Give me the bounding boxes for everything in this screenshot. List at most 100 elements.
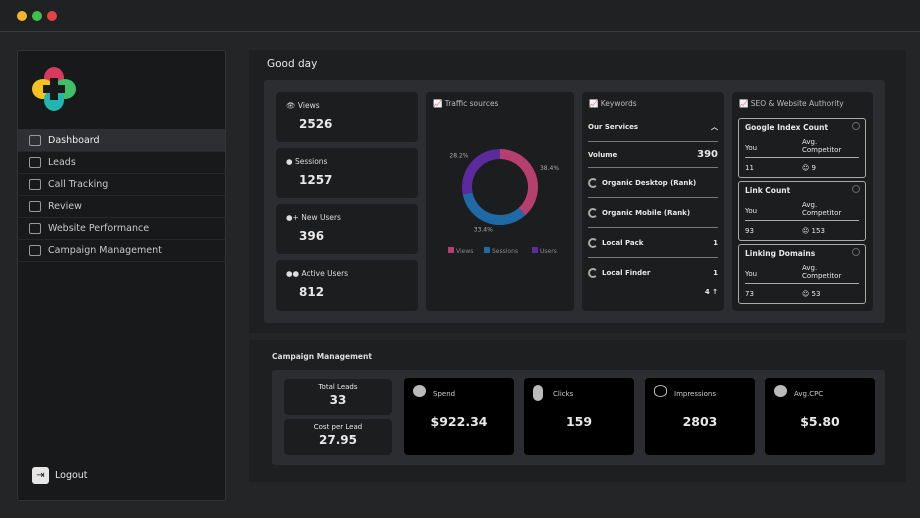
- stat-value: 1257: [299, 173, 333, 187]
- chevron-up-icon: ︿: [711, 122, 718, 131]
- legend-label[interactable]: Sessions: [492, 248, 518, 255]
- window-close-button[interactable]: [47, 11, 57, 21]
- keywords-pagination[interactable]: 4 ↑: [705, 288, 718, 296]
- sidebar-item-campaign-management[interactable]: Campaign Management: [18, 240, 225, 262]
- competitor-number: 53: [811, 290, 821, 298]
- traffic-sources-card: 📈 Traffic sources 38.4% 33.4% 28.2% Views Se…: [426, 92, 574, 311]
- keywords-card: 📈 Keywords Our Services ︿ Volume 390 Organ…: [582, 92, 724, 311]
- star-icon: [29, 201, 41, 212]
- stat-card-active-users: ●● Active Users 812: [276, 260, 418, 311]
- logout-icon: ⇥: [32, 467, 49, 484]
- legend-label[interactable]: Users: [540, 248, 557, 255]
- metric-card-clicks: Clicks 159: [524, 378, 634, 455]
- you-value: 93: [745, 227, 754, 235]
- google-icon: [588, 177, 598, 188]
- sidebar-item-leads[interactable]: Leads: [18, 152, 225, 174]
- window-minimize-button[interactable]: [17, 11, 27, 21]
- competitor-text: Competitor: [802, 209, 842, 217]
- money-icon: [413, 385, 426, 397]
- seo-metric-title: Link Count: [745, 186, 791, 195]
- stat-card-new-users: ●+ New Users 396: [276, 204, 418, 254]
- legend-swatch: [448, 247, 454, 253]
- metric-label: Clicks: [553, 390, 574, 398]
- info-icon[interactable]: [852, 185, 860, 193]
- you-value: 11: [745, 164, 754, 172]
- overview-section: Good day 👁 Views 2526 ● Sessions 1257 ●+ N…: [249, 50, 906, 333]
- donut-slice-sessions[interactable]: [462, 192, 526, 225]
- sidebar-item-dashboard[interactable]: Dashboard: [18, 129, 225, 152]
- leads-icon: [29, 157, 41, 168]
- card-title: Keywords: [600, 99, 637, 108]
- stat-label: Active Users: [301, 269, 349, 278]
- keyword-row: Local Pack 1: [588, 228, 718, 258]
- competitor-label: Avg. Competitor: [802, 264, 841, 280]
- total-leads-card: Total Leads 33: [284, 379, 392, 415]
- smile-icon: ☺: [802, 164, 810, 172]
- avg-label: Avg.: [802, 264, 818, 272]
- competitor-number: 153: [811, 227, 825, 235]
- stat-value: 2526: [299, 117, 333, 131]
- card-title: Traffic sources: [444, 99, 499, 108]
- stat-label: Views: [297, 101, 320, 110]
- volume-label: Volume: [588, 150, 618, 159]
- data-label: 38.4%: [540, 165, 559, 172]
- volume-value: 390: [697, 149, 718, 160]
- donut-slice-views[interactable]: [499, 149, 538, 216]
- seo-metric-linking-domains: Linking Domains You Avg. Competitor 73 ☺ 53: [738, 244, 866, 304]
- competitor-value: ☺ 53: [802, 290, 820, 298]
- keyword-label: Organic Mobile (Rank): [602, 208, 691, 217]
- sidebar-item-label: Dashboard: [48, 134, 100, 146]
- smile-icon: ☺: [802, 290, 810, 298]
- chart-line-icon: 📈 Keywords: [589, 99, 637, 108]
- info-icon[interactable]: [852, 248, 860, 256]
- frown-icon: ☹: [802, 227, 810, 235]
- metric-label: Impressions: [674, 390, 716, 398]
- sidebar-nav: Dashboard Leads Call Tracking Review Web…: [18, 129, 225, 262]
- competitor-label: Avg. Competitor: [802, 201, 841, 217]
- data-label: 33.4%: [474, 227, 493, 234]
- logout-label: Logout: [55, 470, 88, 481]
- legend-label[interactable]: Views: [456, 248, 473, 255]
- data-label: 28.2%: [449, 152, 468, 159]
- metric-card-impressions: Impressions 2803: [645, 378, 755, 455]
- donut-slice-users[interactable]: [462, 149, 501, 195]
- sidebar-item-review[interactable]: Review: [18, 196, 225, 218]
- keyword-row: Organic Mobile (Rank): [588, 198, 718, 228]
- sidebar-item-call-tracking[interactable]: Call Tracking: [18, 174, 225, 196]
- competitor-text: Competitor: [802, 146, 842, 154]
- sidebar-item-label: Review: [48, 201, 82, 212]
- logout-button[interactable]: ⇥ Logout: [32, 467, 88, 484]
- sidebar-item-label: Campaign Management: [48, 245, 162, 256]
- coin-icon: [774, 385, 787, 397]
- seo-metric-title: Linking Domains: [745, 249, 816, 258]
- seo-metric-google-index: Google Index Count You Avg. Competitor 11 ☺ 9: [738, 118, 866, 178]
- overview-panel: 👁 Views 2526 ● Sessions 1257 ●+ New Users 3…: [264, 80, 885, 323]
- avg-label: Avg.: [802, 138, 818, 146]
- you-label: You: [745, 270, 758, 278]
- section-title: Campaign Management: [272, 352, 372, 361]
- cost-per-lead-value: 27.95: [319, 433, 357, 447]
- total-leads-value: 33: [329, 393, 347, 407]
- competitor-label: Avg. Competitor: [802, 138, 841, 154]
- metric-value: $922.34: [430, 414, 488, 429]
- window-maximize-button[interactable]: [32, 11, 42, 21]
- campaign-panel: Total Leads 33 Cost per Lead 27.95 Spend $9…: [272, 370, 885, 465]
- gear-icon: [29, 223, 41, 234]
- volume-row: Volume 390: [588, 142, 718, 168]
- our-services-toggle[interactable]: Our Services ︿: [588, 112, 718, 142]
- keyword-row: Organic Desktop (Rank): [588, 168, 718, 198]
- chart-line-icon: 📈 SEO & Website Authority: [739, 99, 844, 108]
- competitor-number: 9: [811, 164, 817, 172]
- metric-value: 2803: [682, 414, 718, 429]
- google-icon: [588, 207, 598, 218]
- metric-value: $5.80: [800, 414, 840, 429]
- you-value: 73: [745, 290, 754, 298]
- metric-label: Spend: [433, 390, 456, 398]
- keyword-row: Local Finder 1: [588, 258, 718, 288]
- title-bar: [0, 0, 920, 32]
- cost-per-lead-card: Cost per Lead 27.95: [284, 419, 392, 455]
- info-icon[interactable]: [852, 122, 860, 130]
- competitor-text: Competitor: [802, 272, 842, 280]
- sidebar-item-website-performance[interactable]: Website Performance: [18, 218, 225, 240]
- user-icon: ● Sessions: [286, 157, 328, 166]
